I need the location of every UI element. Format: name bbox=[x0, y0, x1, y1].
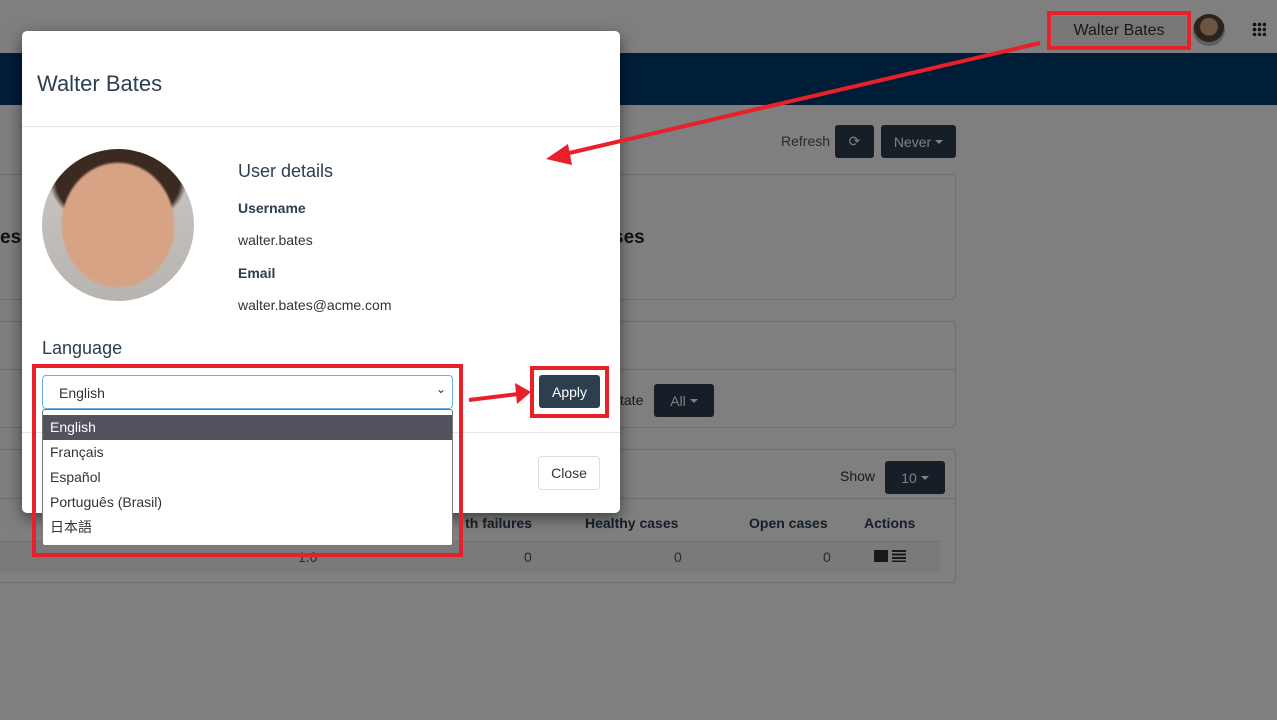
arrow-line bbox=[564, 41, 1041, 156]
annotation-arrows bbox=[468, 41, 1041, 404]
arrow-head-icon bbox=[515, 383, 531, 404]
arrow-head-icon bbox=[546, 144, 572, 165]
arrow-line bbox=[468, 392, 519, 402]
